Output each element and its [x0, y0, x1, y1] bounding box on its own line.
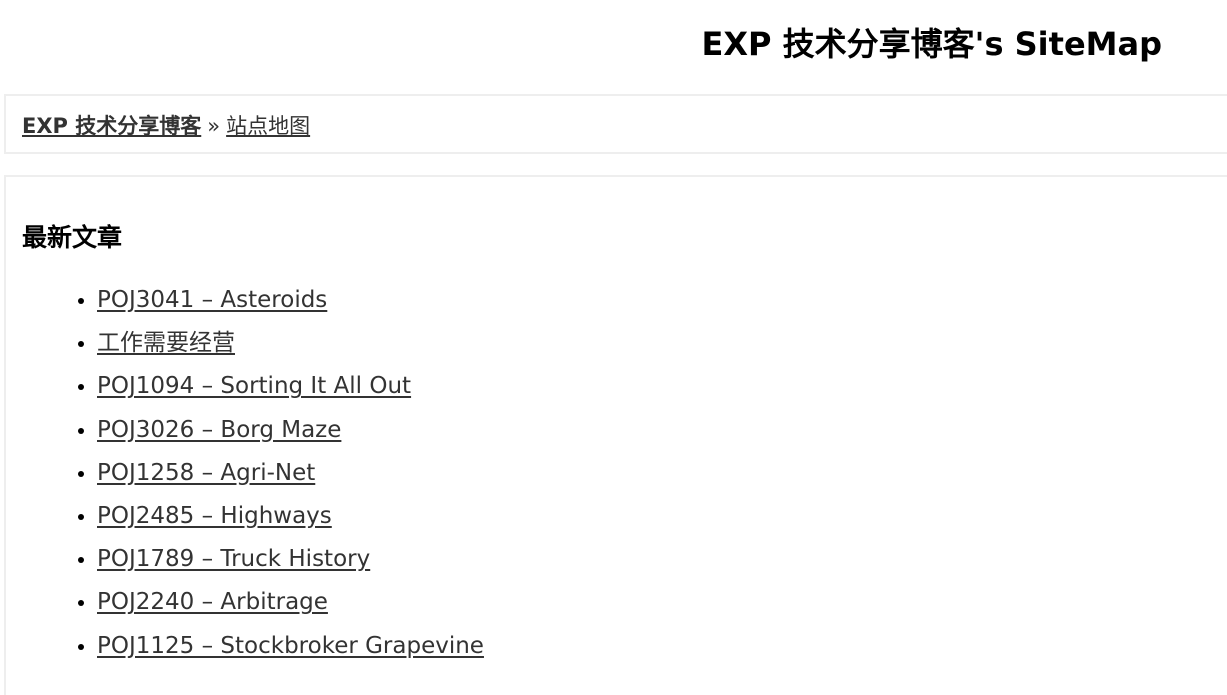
- breadcrumb: EXP 技术分享博客» 站点地图: [22, 112, 310, 140]
- list-item: POJ1789 – Truck History: [97, 538, 484, 581]
- breadcrumb-container: EXP 技术分享博客» 站点地图: [4, 94, 1227, 154]
- list-item: POJ2485 – Highways: [97, 495, 484, 538]
- breadcrumb-home-link[interactable]: EXP 技术分享博客: [22, 114, 201, 138]
- post-link[interactable]: POJ2485 – Highways: [97, 503, 332, 529]
- list-item: POJ1094 – Sorting It All Out: [97, 365, 484, 408]
- list-item: POJ3041 – Asteroids: [97, 279, 484, 322]
- list-item: POJ2240 – Arbitrage: [97, 581, 484, 624]
- breadcrumb-separator: »: [207, 114, 221, 138]
- post-link[interactable]: 工作需要经营: [97, 330, 235, 356]
- list-item: 工作需要经营: [97, 322, 484, 365]
- post-link[interactable]: POJ1789 – Truck History: [97, 546, 370, 572]
- list-item: POJ1258 – Agri-Net: [97, 452, 484, 495]
- post-link[interactable]: POJ1258 – Agri-Net: [97, 460, 315, 486]
- recent-posts-heading: 最新文章: [22, 223, 123, 252]
- post-link[interactable]: POJ1094 – Sorting It All Out: [97, 373, 411, 399]
- post-link[interactable]: POJ3041 – Asteroids: [97, 287, 327, 313]
- recent-posts-list: POJ3041 – Asteroids 工作需要经营 POJ1094 – Sor…: [22, 279, 484, 668]
- breadcrumb-current-link[interactable]: 站点地图: [226, 114, 310, 138]
- page-title: EXP 技术分享博客's SiteMap: [701, 25, 1162, 63]
- list-item: POJ3026 – Borg Maze: [97, 409, 484, 452]
- list-item: POJ1125 – Stockbroker Grapevine: [97, 625, 484, 668]
- post-link[interactable]: POJ3026 – Borg Maze: [97, 417, 341, 443]
- post-link[interactable]: POJ2240 – Arbitrage: [97, 589, 328, 615]
- post-link[interactable]: POJ1125 – Stockbroker Grapevine: [97, 633, 484, 659]
- sitemap-content: 最新文章 POJ3041 – Asteroids 工作需要经营 POJ1094 …: [4, 175, 1227, 695]
